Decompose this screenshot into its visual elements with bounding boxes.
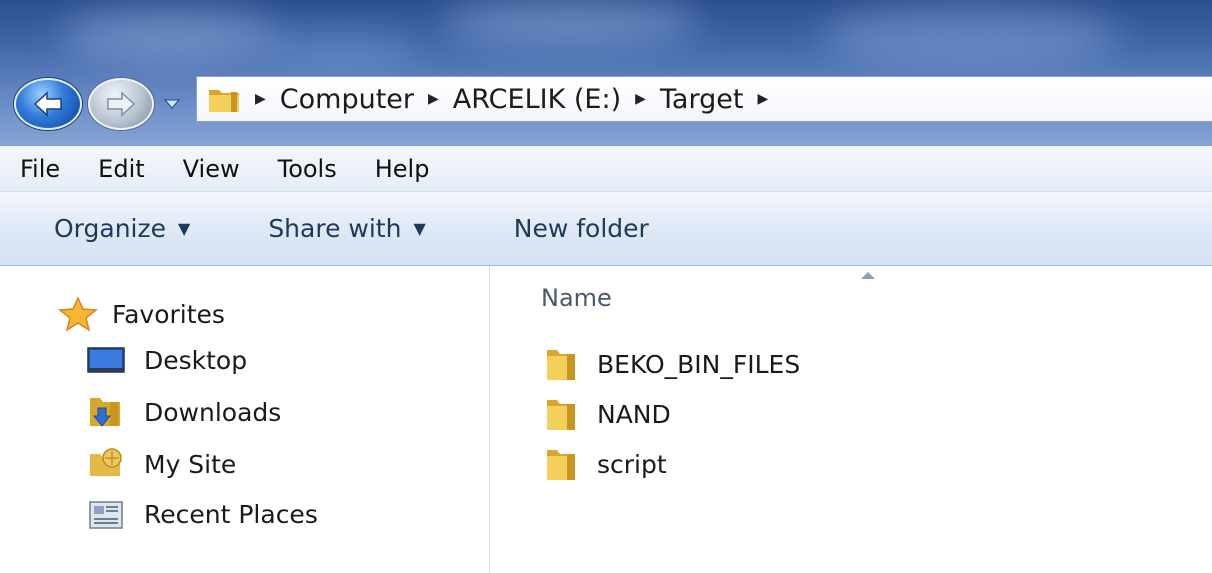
list-item[interactable]: BEKO_BIN_FILES xyxy=(545,346,800,382)
new-folder-label: New folder xyxy=(513,214,649,243)
nav-item-desktop[interactable]: Desktop xyxy=(86,344,247,376)
nav-favorites[interactable]: Favorites xyxy=(58,296,225,332)
sort-ascending-icon xyxy=(861,272,875,279)
chevron-down-icon xyxy=(163,99,181,109)
aero-glow xyxy=(820,5,1120,65)
breadcrumb-computer[interactable]: Computer xyxy=(280,84,414,115)
nav-item-label: Desktop xyxy=(144,345,248,375)
window-title-bar: ▶ Computer ▶ ARCELIK (E:) ▶ Target ▶ xyxy=(0,0,1212,146)
star-icon xyxy=(58,296,98,332)
aero-glow xyxy=(440,0,700,45)
menu-bar: File Edit View Tools Help xyxy=(0,146,1212,192)
list-item[interactable]: NAND xyxy=(545,396,671,432)
nav-item-my-site[interactable]: My Site xyxy=(86,446,236,482)
caret-down-icon: ▼ xyxy=(413,219,426,238)
breadcrumb-drive[interactable]: ARCELIK (E:) xyxy=(453,84,621,115)
breadcrumb-separator-icon[interactable]: ▶ xyxy=(428,91,439,107)
file-list-pane: Name BEKO_BIN_FILES NAND script xyxy=(491,266,1212,573)
file-name: NAND xyxy=(597,399,671,429)
share-with-button[interactable]: Share with ▼ xyxy=(268,214,425,243)
aero-glow xyxy=(260,30,420,70)
caret-down-icon: ▼ xyxy=(178,219,191,238)
menu-file[interactable]: File xyxy=(20,155,60,183)
navigation-pane: Favorites Desktop Downloads My Site Rece… xyxy=(0,266,490,573)
nav-favorites-label: Favorites xyxy=(112,299,225,329)
breadcrumb-separator-icon[interactable]: ▶ xyxy=(635,91,646,107)
nav-item-label: Downloads xyxy=(144,397,282,427)
forward-button[interactable] xyxy=(88,78,154,130)
breadcrumb-target[interactable]: Target xyxy=(660,84,744,115)
column-header-name[interactable]: Name xyxy=(541,284,612,312)
folder-icon xyxy=(547,450,575,480)
nav-item-downloads[interactable]: Downloads xyxy=(86,394,281,430)
aero-glow xyxy=(60,10,280,60)
file-name: script xyxy=(597,449,667,479)
arrow-left-icon xyxy=(33,91,62,117)
nav-item-recent-places[interactable]: Recent Places xyxy=(86,496,318,532)
folder-icon xyxy=(209,90,239,112)
site-icon xyxy=(90,448,122,476)
breadcrumb-separator-icon[interactable]: ▶ xyxy=(757,91,768,107)
share-with-label: Share with xyxy=(268,214,402,243)
arrow-right-icon xyxy=(107,91,136,117)
recent-pages-dropdown[interactable] xyxy=(160,92,184,116)
back-button[interactable] xyxy=(14,78,82,130)
organize-label: Organize xyxy=(54,214,166,243)
command-bar: Organize ▼ Share with ▼ New folder xyxy=(0,192,1212,266)
breadcrumb-separator-icon[interactable]: ▶ xyxy=(255,91,266,107)
folder-icon xyxy=(547,400,575,430)
downloads-folder-icon xyxy=(90,398,120,427)
address-bar[interactable]: ▶ Computer ▶ ARCELIK (E:) ▶ Target ▶ xyxy=(196,76,1212,122)
folder-icon xyxy=(547,350,575,380)
organize-button[interactable]: Organize ▼ xyxy=(54,214,190,243)
menu-view[interactable]: View xyxy=(183,155,240,183)
nav-item-label: Recent Places xyxy=(144,499,318,529)
new-folder-button[interactable]: New folder xyxy=(514,214,649,243)
file-name: BEKO_BIN_FILES xyxy=(597,349,801,379)
menu-help[interactable]: Help xyxy=(375,155,430,183)
desktop-icon xyxy=(87,347,125,373)
recent-places-icon xyxy=(89,501,123,529)
list-item[interactable]: script xyxy=(545,446,667,482)
nav-item-label: My Site xyxy=(144,449,237,479)
menu-edit[interactable]: Edit xyxy=(98,155,144,183)
menu-tools[interactable]: Tools xyxy=(278,155,337,183)
